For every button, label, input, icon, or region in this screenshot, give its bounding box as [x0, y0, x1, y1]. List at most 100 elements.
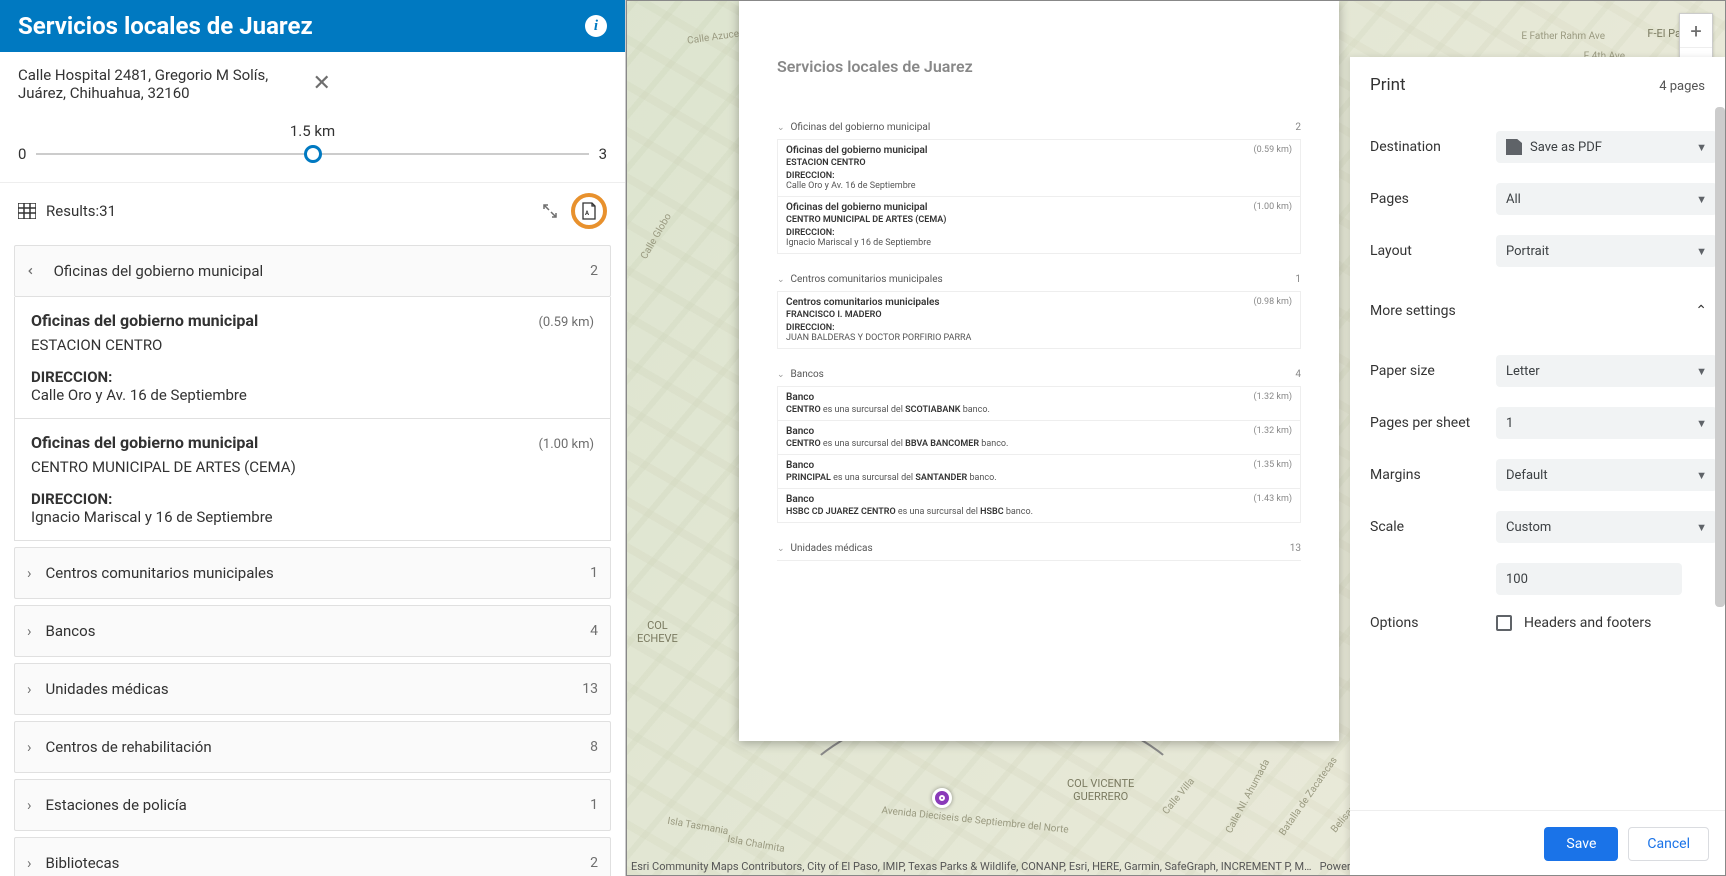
nearby-panel: Servicios locales de Juarez i Calle Hosp…: [0, 0, 626, 876]
slider-max-label: 3: [599, 145, 607, 163]
search-address: Calle Hospital 2481, Gregorio M Solís, J…: [18, 66, 313, 102]
slider-thumb[interactable]: [304, 145, 322, 163]
category-name: Oficinas del gobierno municipal: [54, 262, 264, 280]
options-label: Options: [1370, 615, 1496, 631]
preview-item: Banco(1.43 km)HSBC CD JUAREZ CENTRO es u…: [777, 489, 1301, 523]
preview-item: Oficinas del gobierno municipal(0.59 km)…: [777, 140, 1301, 197]
category-header[interactable]: ›Estaciones de policía1: [14, 779, 611, 831]
dropdown-icon: ▼: [1696, 245, 1707, 258]
print-title: Print: [1370, 75, 1406, 95]
results-list[interactable]: ⌄ Oficinas del gobierno municipal 2 Ofic…: [0, 239, 625, 876]
category-name: Centros comunitarios municipales: [46, 564, 274, 582]
chevron-right-icon: ›: [27, 680, 32, 698]
preview-item: Centros comunitarios municipales(0.98 km…: [777, 292, 1301, 349]
category-name: Estaciones de policía: [46, 796, 187, 814]
checkbox-icon[interactable]: [1496, 615, 1512, 631]
result-field-value: Ignacio Mariscal y 16 de Septiembre: [31, 508, 594, 526]
expand-icon[interactable]: [543, 204, 557, 218]
map[interactable]: INDUSTRIALALTAVISTA COLECHEVE COL VICENT…: [626, 0, 1726, 876]
chevron-right-icon: ›: [27, 738, 32, 756]
preview-item: Banco(1.32 km)CENTRO es una surcursal de…: [777, 421, 1301, 455]
paper-size-select[interactable]: Letter▼: [1496, 355, 1717, 387]
chevron-right-icon: ›: [27, 622, 32, 640]
address-row: Calle Hospital 2481, Gregorio M Solís, J…: [0, 52, 625, 116]
result-title: Oficinas del gobierno municipal: [31, 433, 538, 452]
headers-footers-option[interactable]: Headers and footers: [1496, 615, 1651, 631]
cancel-button[interactable]: Cancel: [1628, 827, 1709, 861]
category-count: 4: [590, 623, 598, 639]
chevron-right-icon: ›: [27, 854, 32, 872]
category-name: Bibliotecas: [46, 854, 120, 872]
result-field-label: DIRECCION:: [31, 368, 594, 386]
result-distance: (0.59 km): [538, 315, 594, 330]
result-card[interactable]: Oficinas del gobierno municipal(1.00 km)…: [14, 419, 611, 541]
category-name: Unidades médicas: [46, 680, 169, 698]
dropdown-icon: ▼: [1696, 521, 1707, 534]
clear-address-icon[interactable]: ✕: [313, 73, 608, 95]
paper-size-label: Paper size: [1370, 363, 1496, 379]
category-header[interactable]: › Centros comunitarios municipales 1: [14, 547, 611, 599]
print-settings[interactable]: Destination Save as PDF▼ Pages All▼ Layo…: [1350, 105, 1725, 810]
pdf-icon: [1506, 139, 1522, 155]
slider-value-label: 1.5 km: [18, 122, 607, 140]
chevron-down-icon: ⌄: [24, 265, 42, 278]
preview-category: ⌄Unidades médicas13: [777, 537, 1301, 561]
category-count: 1: [590, 565, 598, 581]
pages-select[interactable]: All▼: [1496, 183, 1717, 215]
margins-label: Margins: [1370, 467, 1496, 483]
scale-input[interactable]: [1496, 563, 1682, 595]
street-label: E Father Rahm Ave: [1521, 31, 1605, 42]
dropdown-icon: ▼: [1696, 469, 1707, 482]
category-header[interactable]: ⌄ Oficinas del gobierno municipal 2: [14, 245, 611, 297]
result-field-value: Calle Oro y Av. 16 de Septiembre: [31, 386, 594, 404]
category-count: 1: [590, 797, 598, 813]
margins-select[interactable]: Default▼: [1496, 459, 1717, 491]
destination-select[interactable]: Save as PDF▼: [1496, 131, 1717, 163]
scale-select[interactable]: Custom▼: [1496, 511, 1717, 543]
dropdown-icon: ▼: [1696, 417, 1707, 430]
info-icon[interactable]: i: [585, 15, 607, 37]
dropdown-icon: ▼: [1696, 365, 1707, 378]
table-icon[interactable]: [18, 203, 36, 219]
layout-label: Layout: [1370, 243, 1496, 259]
category-header[interactable]: › Unidades médicas 13: [14, 663, 611, 715]
dropdown-icon: ▼: [1696, 141, 1707, 154]
map-neighborhood-label: COLECHEVE: [637, 619, 678, 645]
print-footer: Save Cancel: [1350, 810, 1725, 876]
category-count: 2: [590, 855, 598, 871]
chevron-up-icon: ⌃: [1695, 303, 1707, 319]
zoom-in-button[interactable]: +: [1680, 14, 1712, 48]
save-button[interactable]: Save: [1544, 827, 1618, 861]
result-distance: (1.00 km): [538, 437, 594, 452]
category-header[interactable]: › Centros de rehabilitación 8: [14, 721, 611, 773]
result-subtitle: CENTRO MUNICIPAL DE ARTES (CEMA): [31, 458, 594, 476]
print-scrollbar[interactable]: [1715, 107, 1725, 817]
category-header[interactable]: › Bibliotecas 2: [14, 837, 611, 876]
app-title: Servicios locales de Juarez: [18, 12, 313, 40]
preview-category: ⌄Bancos4: [777, 363, 1301, 387]
layout-select[interactable]: Portrait▼: [1496, 235, 1717, 267]
category-count: 2: [590, 263, 598, 279]
result-card[interactable]: Oficinas del gobierno municipal(0.59 km)…: [14, 297, 611, 419]
export-pdf-button[interactable]: A: [571, 193, 607, 229]
print-dialog: Print 4 pages Destination Save as PDF▼ P…: [1350, 57, 1725, 876]
pages-per-sheet-label: Pages per sheet: [1370, 415, 1496, 431]
destination-label: Destination: [1370, 139, 1496, 155]
print-preview-page: Servicios locales de Juarez ⌄Oficinas de…: [739, 1, 1339, 741]
preview-title: Servicios locales de Juarez: [777, 57, 1301, 76]
preview-category: ⌄Oficinas del gobierno municipal2: [777, 116, 1301, 140]
pages-per-sheet-select[interactable]: 1▼: [1496, 407, 1717, 439]
distance-slider: 1.5 km 0 3: [0, 116, 625, 182]
category-name: Centros de rehabilitación: [46, 738, 212, 756]
category-count: 8: [590, 739, 598, 755]
category-header[interactable]: ›Bancos4: [14, 605, 611, 657]
result-field-label: DIRECCION:: [31, 490, 594, 508]
svg-text:A: A: [585, 210, 590, 217]
more-settings-toggle[interactable]: More settings⌃: [1370, 287, 1717, 335]
results-count: Results:31: [46, 202, 116, 220]
slider-track[interactable]: [36, 144, 588, 164]
location-pin-icon[interactable]: [932, 788, 952, 808]
results-toolbar: Results:31 A: [0, 182, 625, 239]
category-count: 13: [582, 681, 598, 697]
chevron-right-icon: ›: [27, 564, 32, 582]
